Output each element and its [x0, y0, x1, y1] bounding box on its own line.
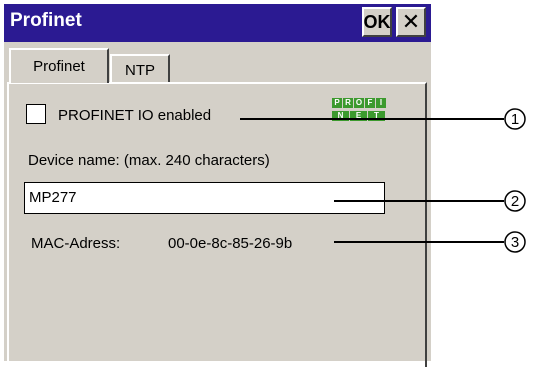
tab-profinet[interactable]: Profinet — [9, 48, 109, 83]
callout-number-1: 1 — [511, 111, 519, 128]
callout-number-2: 2 — [511, 193, 519, 210]
callout-number-3: 3 — [511, 234, 519, 251]
